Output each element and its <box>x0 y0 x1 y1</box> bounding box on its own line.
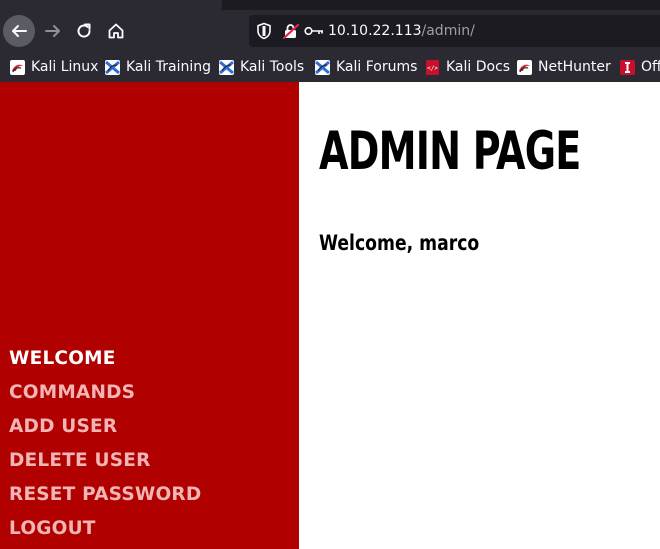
kali-dragon-icon <box>10 59 25 75</box>
bookmark-label: Kali Forums <box>336 59 418 75</box>
kali-forums-icon <box>315 59 330 75</box>
welcome-message: Welcome, marco <box>319 231 480 255</box>
address-bar[interactable]: 10.10.22.113/admin/ <box>249 15 660 47</box>
svg-text:</>: </> <box>427 65 438 72</box>
bookmark-nethunter[interactable]: NetHunter <box>517 57 611 77</box>
bookmark-offsec[interactable]: Off <box>620 57 660 77</box>
tracking-shield-icon[interactable] <box>256 22 272 40</box>
bookmark-label: Kali Training <box>126 59 211 75</box>
bookmarks-toolbar: Kali Linux Kali Training Kali Tools Kali… <box>0 52 660 82</box>
page-title: ADMIN PAGE <box>319 121 581 182</box>
nethunter-icon <box>517 59 532 75</box>
bookmark-kali-docs[interactable]: </> Kali Docs <box>425 57 510 77</box>
home-icon <box>108 23 124 39</box>
home-button[interactable] <box>100 15 132 47</box>
active-tab[interactable] <box>0 0 222 10</box>
browser-toolbar: 10.10.22.113/admin/ <box>0 10 660 52</box>
nav-welcome[interactable]: WELCOME <box>9 348 116 369</box>
back-button[interactable] <box>3 15 35 47</box>
bookmark-label: NetHunter <box>538 59 611 75</box>
insecure-lock-icon[interactable] <box>282 22 300 40</box>
kali-training-icon <box>105 59 120 75</box>
nav-commands[interactable]: COMMANDS <box>9 382 135 403</box>
bookmark-kali-training[interactable]: Kali Training <box>105 57 211 77</box>
arrow-left-icon <box>12 25 27 37</box>
bookmark-label: Kali Tools <box>240 59 305 75</box>
nav-reset-password[interactable]: RESET PASSWORD <box>9 484 201 505</box>
bookmark-kali-linux[interactable]: Kali Linux <box>10 57 98 77</box>
offsec-icon <box>620 59 635 75</box>
forward-button[interactable] <box>37 15 69 47</box>
nav-logout[interactable]: LOGOUT <box>9 518 96 539</box>
bookmark-kali-tools[interactable]: Kali Tools <box>219 57 304 77</box>
kali-tools-icon <box>219 59 234 75</box>
url-text[interactable]: 10.10.22.113/admin/ <box>328 22 475 40</box>
reload-button[interactable] <box>68 15 100 47</box>
bookmark-kali-forums[interactable]: Kali Forums <box>315 57 417 77</box>
kali-docs-icon: </> <box>425 59 440 75</box>
url-path: /admin/ <box>421 23 475 39</box>
bookmark-label: Off <box>641 59 660 75</box>
url-host: 10.10.22.113 <box>328 23 422 39</box>
key-icon[interactable] <box>304 26 324 36</box>
nav-add-user[interactable]: ADD USER <box>9 416 117 437</box>
reload-icon <box>77 23 91 38</box>
page-content: WELCOME COMMANDS ADD USER DELETE USER RE… <box>0 82 660 549</box>
arrow-right-icon <box>45 25 60 37</box>
bookmark-label: Kali Linux <box>31 59 99 75</box>
tab-strip <box>0 0 660 10</box>
admin-sidebar: WELCOME COMMANDS ADD USER DELETE USER RE… <box>0 82 299 549</box>
bookmark-label: Kali Docs <box>446 59 511 75</box>
nav-delete-user[interactable]: DELETE USER <box>9 450 151 471</box>
